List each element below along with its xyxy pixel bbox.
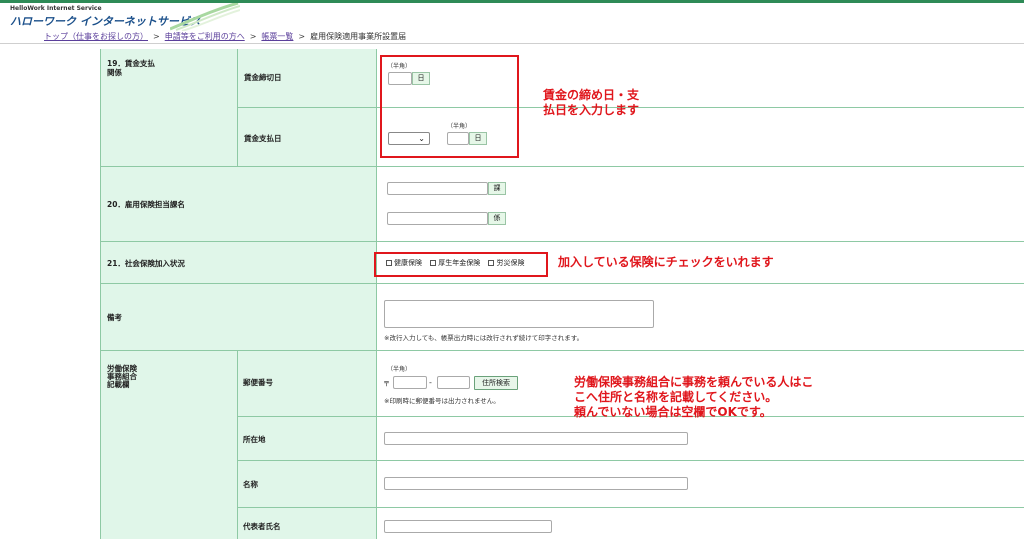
logo-swoosh-graphic — [170, 3, 240, 31]
remarks-textarea[interactable] — [384, 300, 654, 328]
payday-label: 賃金支払日 — [244, 134, 282, 143]
row19-heading-cell: 19．賃金支払 関係 — [101, 49, 238, 167]
breadcrumb: トップ（仕事をお探しの方） > 申請等をご利用の方へ > 帳票一覧 > 雇用保険適用事業所設… — [44, 32, 407, 41]
application-form: 19．賃金支払 関係 賃金締切日 （半角） 日 賃金支払日 ⌄ （半角） 日 2… — [100, 49, 1024, 539]
address-input-cell — [377, 417, 1024, 461]
name-label: 名称 — [243, 480, 258, 489]
row20-heading-cell: 20．雇用保険担当課名 — [101, 167, 377, 242]
header-divider — [0, 43, 1024, 44]
insurance-highlight-box — [374, 252, 548, 277]
postal-code-second-input[interactable] — [437, 376, 470, 389]
address-input[interactable] — [384, 432, 688, 445]
postal-note: ※印刷時に郵便番号は出力されません。 — [384, 397, 500, 405]
name-input-cell — [377, 461, 1024, 508]
remarks-heading: 備考 — [107, 313, 122, 322]
row20-input-cell: 課 係 — [377, 167, 1024, 242]
section-input[interactable] — [387, 212, 488, 225]
postal-label-cell: 郵便番号 — [238, 351, 377, 417]
postal-halfwidth-hint: （半角） — [387, 366, 412, 373]
labor-heading-3: 記載欄 — [107, 380, 130, 389]
rep-label-cell: 代表者氏名 — [238, 508, 377, 539]
wage-date-highlight-box — [380, 55, 519, 158]
address-label: 所在地 — [243, 435, 266, 444]
representative-name-input[interactable] — [384, 520, 552, 533]
breadcrumb-link-top[interactable]: トップ（仕事をお探しの方） — [44, 32, 148, 41]
insurance-note: 加入している保険にチェックをいれます — [558, 255, 774, 269]
row19-heading: 19．賃金支払 — [107, 59, 155, 68]
postal-label: 郵便番号 — [243, 378, 273, 387]
remarks-input-cell: ※改行入力しても、帳票出力時には改行されず続けて印字されます。 — [377, 284, 1024, 351]
name-label-cell: 名称 — [238, 461, 377, 508]
postal-dash: - — [429, 378, 432, 387]
section-unit: 係 — [488, 212, 506, 225]
address-search-button[interactable]: 住所検索 — [474, 376, 518, 390]
closing-day-label-cell: 賃金締切日 — [238, 49, 377, 108]
association-name-input[interactable] — [384, 477, 688, 490]
postal-code-first-input[interactable] — [393, 376, 427, 389]
department-unit: 課 — [488, 182, 506, 195]
row19-heading-2: 関係 — [107, 68, 122, 77]
closing-day-label: 賃金締切日 — [244, 73, 282, 82]
labor-note: 労働保険事務組合に事務を頼んでいる人はこ こへ住所と名称を記載してください。 頼… — [574, 375, 814, 419]
wage-note: 賃金の締め日・支 払日を入力します — [543, 88, 640, 117]
labor-heading-cell: 労働保険 事務組合 記載欄 — [101, 351, 238, 539]
breadcrumb-current: 雇用保険適用事業所設置届 — [310, 32, 407, 41]
breadcrumb-link-forms[interactable]: 帳票一覧 — [261, 32, 293, 41]
department-input[interactable] — [387, 182, 488, 195]
remarks-heading-cell: 備考 — [101, 284, 377, 351]
postal-mark: 〒 — [383, 380, 390, 388]
address-label-cell: 所在地 — [238, 417, 377, 461]
breadcrumb-link-applicants[interactable]: 申請等をご利用の方へ — [165, 32, 245, 41]
top-accent-bar — [0, 0, 1024, 3]
rep-label: 代表者氏名 — [243, 522, 281, 531]
row21-heading-cell: 21．社会保険加入状況 — [101, 242, 377, 284]
rep-input-cell — [377, 508, 1024, 539]
payday-label-cell: 賃金支払日 — [238, 108, 377, 167]
row20-heading: 20．雇用保険担当課名 — [107, 200, 185, 209]
row21-heading: 21．社会保険加入状況 — [107, 259, 185, 268]
remarks-note: ※改行入力しても、帳票出力時には改行されず続けて印字されます。 — [384, 334, 584, 342]
